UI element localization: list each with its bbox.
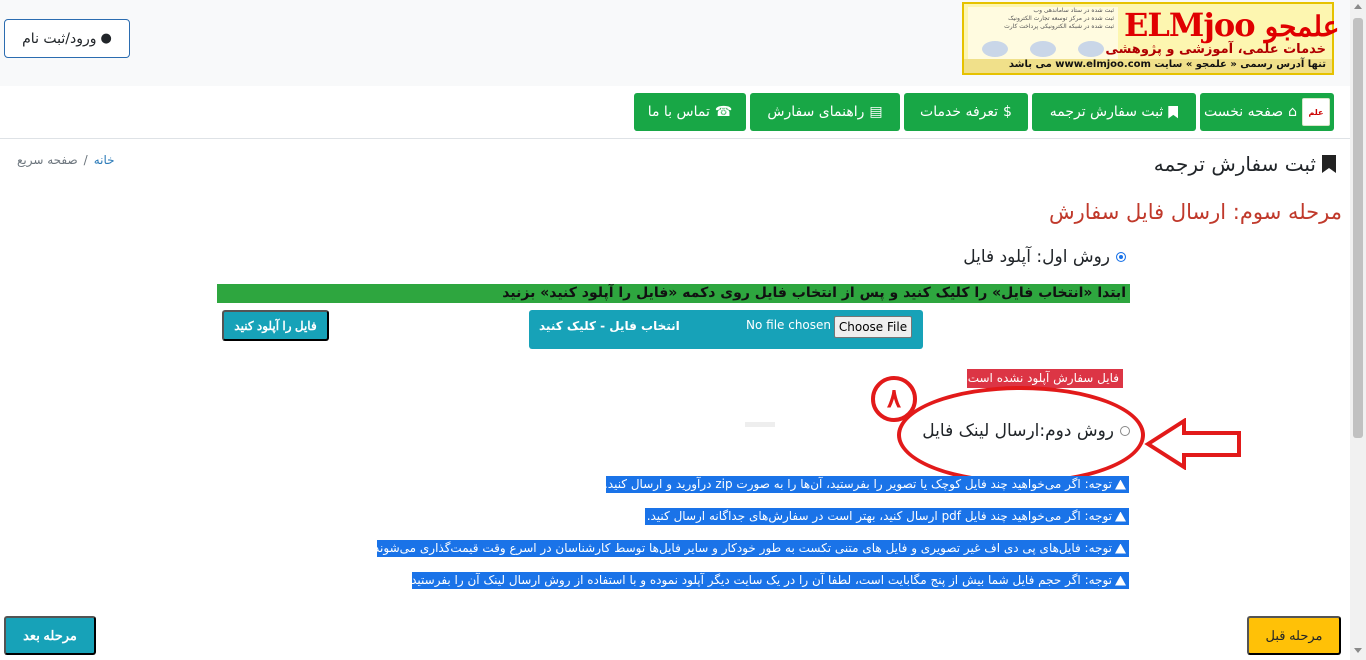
trust-line: ثبت شده در مرکز توسعه تجارت الکترونیک: [1008, 15, 1114, 22]
warning-icon: [1115, 479, 1126, 490]
dollar-icon: $: [1003, 104, 1012, 120]
trust-badges: [982, 41, 1104, 57]
note-text: توجه: اگر حجم فایل شما بیش از پنج مگابای…: [412, 573, 1112, 587]
upload-file-button[interactable]: فایل را آپلود کنید: [222, 310, 329, 341]
logo-brand-text: ELMjoo علمجو: [1124, 6, 1341, 44]
nav-order-guide[interactable]: ▤ راهنمای سفارش: [750, 93, 900, 131]
note-file-size: توجه: اگر حجم فایل شما بیش از پنج مگابای…: [412, 572, 1129, 589]
warning-icon: [1115, 575, 1126, 586]
note-pdf: توجه: اگر می‌خواهید چند فایل pdf ارسال ک…: [645, 508, 1129, 525]
nav-contact-label: تماس با ما: [647, 104, 710, 120]
user-icon: ●: [100, 31, 112, 46]
divider: [745, 422, 775, 427]
scroll-down-arrow-icon[interactable]: [1354, 648, 1362, 653]
nav-order-guide-label: راهنمای سفارش: [767, 104, 865, 120]
previous-step-button[interactable]: مرحله قبل: [1247, 616, 1341, 655]
choose-file-button[interactable]: Choose File: [834, 316, 912, 338]
breadcrumb: صفحه سریع / خانه: [17, 153, 115, 167]
note-zip: توجه: اگر می‌خواهید چند فایل کوچک یا تصو…: [606, 476, 1129, 493]
no-file-chosen-text: No file chosen: [746, 318, 832, 332]
breadcrumb-home-link[interactable]: خانه: [94, 153, 115, 167]
main-navbar: علم ⌂ صفحه نخست ثبت سفارش ترجمه $ تعرفه …: [0, 86, 1350, 139]
upload-error-badge: فایل سفارش آپلود نشده است.: [967, 369, 1123, 388]
bookmark-icon: [1322, 155, 1336, 173]
method1-label: روش اول: آپلود فایل: [963, 247, 1110, 267]
warning-icon: [1115, 543, 1126, 554]
samandehi-seal-icon: [1030, 41, 1056, 57]
note-auto-pricing: توجه: فایل‌های پی دی اف غیر تصویری و فای…: [377, 540, 1129, 557]
phone-icon: ☎: [714, 104, 733, 120]
file-select-box[interactable]: انتخاب فایل - کلیک کنید No file chosen C…: [529, 310, 923, 349]
site-logo[interactable]: ثبت شده در ستاد ساماندهی وب ثبت شده در م…: [962, 2, 1340, 75]
logo-tagline: خدمات علمی، آموزشی و پژوهشی: [1105, 42, 1326, 57]
logo-url-line: تنها آدرس رسمی « علمجو » سایت www.elmjoo…: [964, 59, 1332, 73]
nav-translation-order[interactable]: ثبت سفارش ترجمه: [1032, 93, 1196, 131]
file-select-label: انتخاب فایل - کلیک کنید: [539, 319, 680, 333]
bookmark-icon: [1168, 105, 1179, 119]
nav-logo-icon: علم: [1302, 98, 1331, 126]
next-step-button[interactable]: مرحله بعد: [4, 616, 96, 655]
warning-icon: [1115, 511, 1126, 522]
note-text: توجه: فایل‌های پی دی اف غیر تصویری و فای…: [377, 541, 1112, 555]
home-icon: ⌂: [1288, 104, 1298, 120]
file-icon: ▤: [869, 104, 883, 120]
upload-instruction: ابتدا «انتخاب فایل» را کلیک کنید و پس از…: [217, 284, 1130, 303]
trust-line: ثبت شده در ستاد ساماندهی وب: [1033, 7, 1114, 14]
nav-contact[interactable]: ☎ تماس با ما: [634, 93, 746, 131]
page-title-text: ثبت سفارش ترجمه: [1153, 152, 1316, 176]
nav-translation-order-label: ثبت سفارش ترجمه: [1049, 104, 1164, 120]
breadcrumb-separator: /: [83, 153, 88, 167]
nav-pricing[interactable]: $ تعرفه خدمات: [904, 93, 1028, 131]
login-register-label: ورود/ثبت نام: [22, 30, 97, 47]
annotation-ellipse: [897, 386, 1145, 484]
breadcrumb-current: صفحه سریع: [17, 153, 78, 167]
annotation-arrow-icon: [1144, 418, 1241, 470]
method1-radio[interactable]: [1116, 252, 1126, 262]
annotation-step-number: ۸: [871, 376, 917, 422]
scroll-thumb[interactable]: [1353, 18, 1363, 438]
note-text: توجه: اگر می‌خواهید چند فایل کوچک یا تصو…: [606, 477, 1112, 491]
nav-home[interactable]: علم ⌂ صفحه نخست: [1200, 93, 1334, 131]
nav-pricing-label: تعرفه خدمات: [920, 104, 999, 120]
vertical-scrollbar[interactable]: [1350, 0, 1366, 660]
note-text: توجه: اگر می‌خواهید چند فایل pdf ارسال ک…: [646, 509, 1112, 523]
step-title: مرحله سوم: ارسال فایل سفارش: [1048, 200, 1342, 224]
enamad-seal-icon: [982, 41, 1008, 57]
page-title: ثبت سفارش ترجمه: [1154, 152, 1336, 176]
payment-seal-icon: [1078, 41, 1104, 57]
trust-line: ثبت شده در شبکه الکترونیکی پرداخت کارت: [1004, 23, 1114, 30]
nav-home-label: صفحه نخست: [1203, 104, 1284, 120]
login-register-button[interactable]: ● ورود/ثبت نام: [4, 19, 130, 58]
logo-brand-persian: علمجو: [1264, 10, 1341, 43]
scroll-up-arrow-icon[interactable]: [1354, 4, 1362, 9]
method1-option[interactable]: روش اول: آپلود فایل: [963, 247, 1126, 267]
logo-brand-latin: ELMjoo: [1124, 6, 1256, 44]
